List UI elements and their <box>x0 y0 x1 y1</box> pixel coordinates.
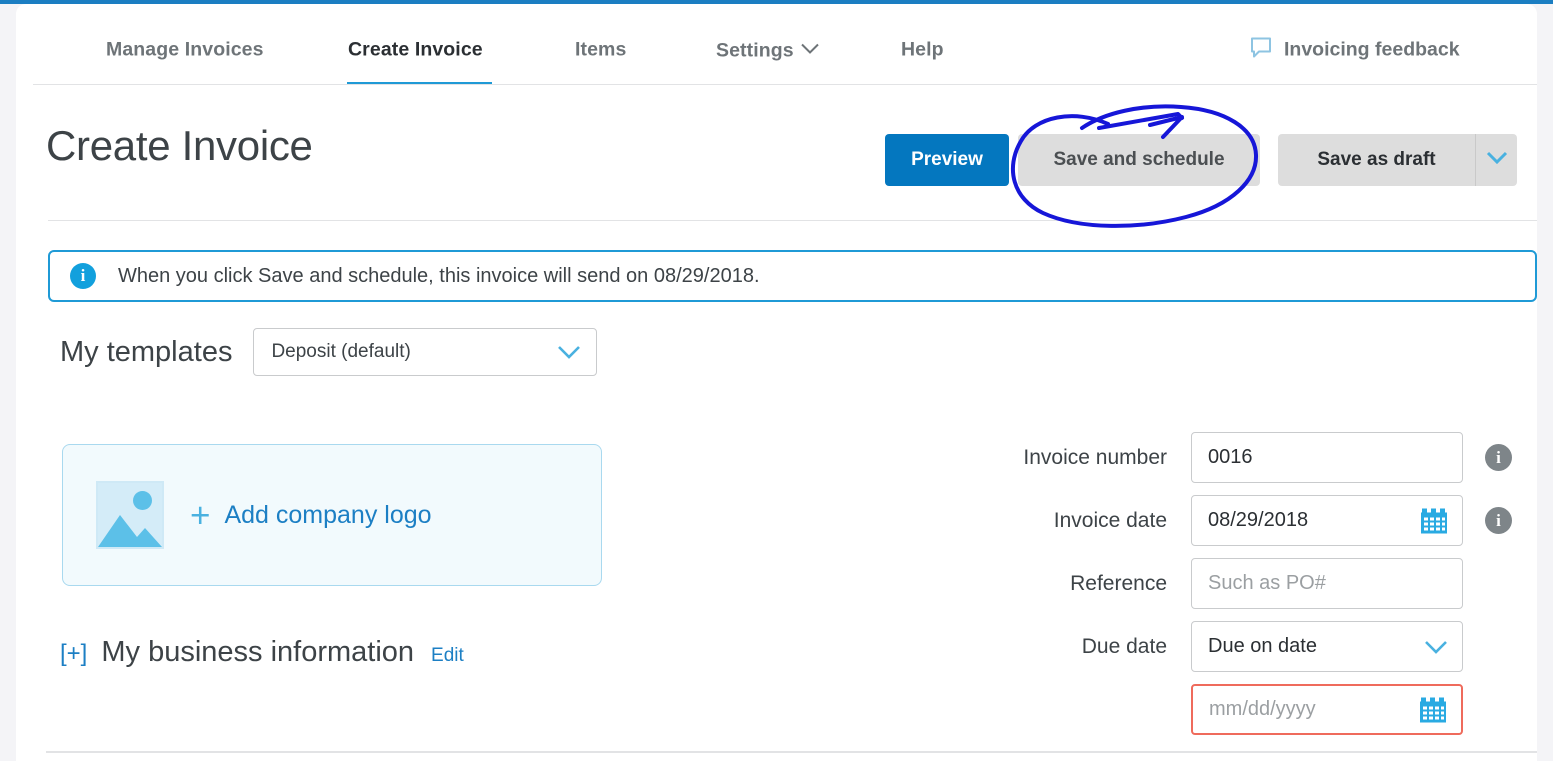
bottom-divider <box>46 751 1537 753</box>
due-date-row: Due date Due on date <box>976 621 1512 672</box>
image-placeholder-sun <box>133 491 152 510</box>
templates-label: My templates <box>60 335 233 368</box>
due-date-input[interactable]: mm/dd/yyyy <box>1191 684 1463 735</box>
business-info-title: My business information <box>101 636 415 668</box>
page-title: Create Invoice <box>46 122 313 169</box>
app-card: Manage Invoices Create Invoice Items Set… <box>16 4 1537 761</box>
nav-item-help[interactable]: Help <box>901 39 944 62</box>
top-navigation: Manage Invoices Create Invoice Items Set… <box>16 4 1537 96</box>
due-date-select-value: Due on date <box>1208 635 1317 657</box>
due-date-value-row: mm/dd/yyyy <box>976 684 1512 735</box>
nav-label: Manage Invoices <box>106 38 264 61</box>
screenshot-root: Manage Invoices Create Invoice Items Set… <box>0 0 1553 761</box>
reference-input[interactable]: Such as PO# <box>1191 558 1463 609</box>
info-icon[interactable]: i <box>1485 444 1512 471</box>
template-select-value: Deposit (default) <box>271 341 411 362</box>
chevron-down-icon <box>1424 640 1448 654</box>
info-icon: i <box>70 263 96 289</box>
save-as-draft-dropdown-toggle[interactable] <box>1475 134 1517 186</box>
invoice-date-value: 08/29/2018 <box>1208 509 1309 531</box>
save-as-draft-button[interactable]: Save as draft <box>1278 134 1475 186</box>
image-placeholder-icon <box>96 481 164 549</box>
invoice-details-form: Invoice number 0016 i Invoice date 08/29… <box>976 432 1512 747</box>
invoice-number-value: 0016 <box>1208 446 1253 468</box>
calendar-icon[interactable] <box>1419 696 1447 723</box>
reference-label: Reference <box>1070 571 1167 595</box>
nav-item-settings[interactable]: Settings <box>716 38 819 63</box>
chevron-down-icon <box>1486 151 1508 169</box>
chevron-down-icon <box>557 345 581 359</box>
calendar-icon[interactable] <box>1420 507 1448 534</box>
info-icon[interactable]: i <box>1485 507 1512 534</box>
add-company-logo-dropzone[interactable]: + Add company logo <box>62 444 602 586</box>
reference-row: Reference Such as PO# <box>976 558 1512 609</box>
nav-item-items[interactable]: Items <box>575 39 626 62</box>
due-date-placeholder: mm/dd/yyyy <box>1209 698 1316 720</box>
invoice-date-row: Invoice date 08/29/2018 i <box>976 495 1512 546</box>
nav-label: Create Invoice <box>348 38 483 61</box>
nav-item-manage-invoices[interactable]: Manage Invoices <box>106 39 264 62</box>
header-action-buttons: Preview Save and schedule Save as draft <box>885 134 1517 186</box>
due-date-select[interactable]: Due on date <box>1191 621 1463 672</box>
business-information-row: [+] My business information Edit <box>60 636 464 669</box>
invoice-number-input[interactable]: 0016 <box>1191 432 1463 483</box>
due-date-label: Due date <box>1081 634 1167 658</box>
templates-row: My templates Deposit (default) <box>60 328 598 376</box>
speech-bubble-icon <box>1250 37 1272 64</box>
preview-button[interactable]: Preview <box>885 134 1009 186</box>
save-and-schedule-button[interactable]: Save and schedule <box>1018 134 1260 186</box>
plus-icon: + <box>190 495 211 535</box>
invoicing-feedback-label: Invoicing feedback <box>1284 38 1460 61</box>
nav-label: Settings <box>716 39 794 62</box>
nav-label: Help <box>901 38 944 61</box>
add-company-logo-label: Add company logo <box>224 500 432 529</box>
invoice-date-input[interactable]: 08/29/2018 <box>1191 495 1463 546</box>
nav-label: Items <box>575 38 627 61</box>
schedule-info-banner: i When you click Save and schedule, this… <box>48 250 1537 302</box>
reference-placeholder: Such as PO# <box>1208 572 1326 594</box>
image-placeholder-mountain <box>98 515 162 547</box>
nav-item-create-invoice[interactable]: Create Invoice <box>348 39 483 62</box>
business-info-expander[interactable]: [+] <box>60 640 87 668</box>
title-divider <box>48 220 1537 221</box>
invoicing-feedback-link[interactable]: Invoicing feedback <box>1250 37 1460 64</box>
invoice-number-row: Invoice number 0016 i <box>976 432 1512 483</box>
business-info-edit-link[interactable]: Edit <box>431 645 464 667</box>
invoice-date-label: Invoice date <box>1053 508 1167 532</box>
chevron-down-icon <box>801 38 819 61</box>
save-as-draft-split-button: Save as draft <box>1278 134 1517 186</box>
template-select[interactable]: Deposit (default) <box>253 328 598 376</box>
add-company-logo-action[interactable]: + Add company logo <box>190 498 432 533</box>
banner-text: When you click Save and schedule, this i… <box>118 264 760 287</box>
invoice-number-label: Invoice number <box>1023 445 1167 469</box>
nav-divider <box>33 84 1537 85</box>
